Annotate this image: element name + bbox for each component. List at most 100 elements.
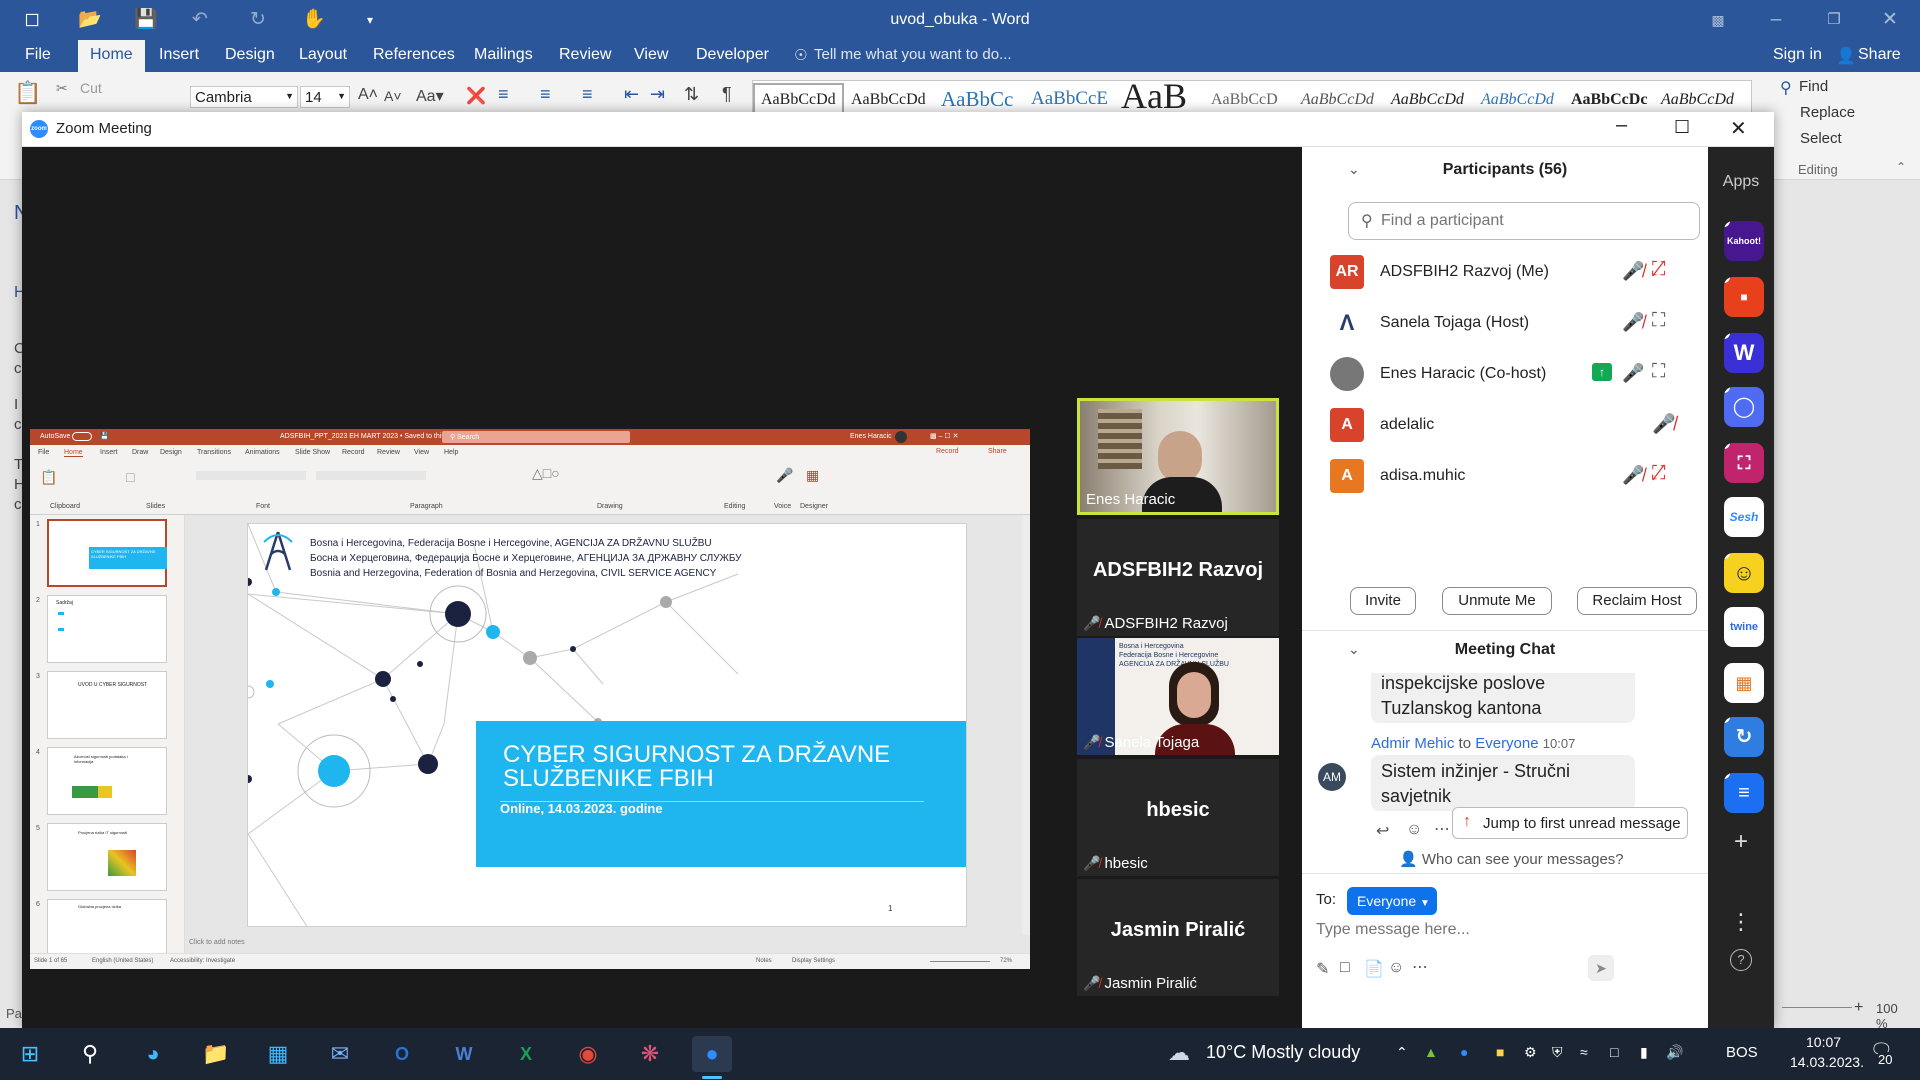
chat-message[interactable]: Sistem inžinjer - Stručni savjetnik: [1371, 755, 1635, 811]
ppt-tab-slide-show[interactable]: Slide Show: [295, 449, 330, 456]
ppt-search-box[interactable]: ⚲ Search: [442, 431, 630, 443]
find-button[interactable]: Find: [1799, 78, 1828, 95]
paste-icon[interactable]: 📋: [14, 80, 41, 106]
notes-placeholder[interactable]: Click to add notes: [189, 939, 245, 946]
muted-microphone-icon[interactable]: 🎤̸: [1622, 261, 1644, 282]
ppt-share-button[interactable]: Share: [988, 448, 1007, 455]
tell-me-search[interactable]: Tell me what you want to do...: [814, 46, 1012, 63]
video-off-icon[interactable]: ⛶̸: [1652, 259, 1665, 281]
participant-row[interactable]: Enes Haracic (Co-host) ↑ 🎤 ⛶: [1326, 349, 1696, 399]
reply-icon[interactable]: ↩: [1376, 821, 1389, 841]
more-options-icon[interactable]: ⋯: [1412, 957, 1428, 977]
close-icon[interactable]: ✕: [1878, 8, 1902, 32]
font-name-box[interactable]: Cambria ▼: [190, 86, 298, 108]
file-icon[interactable]: 📄: [1364, 959, 1384, 979]
microphone-icon[interactable]: 🎤: [776, 467, 793, 484]
participant-row[interactable]: A adelalic 🎤̸: [1326, 400, 1696, 450]
more-vertical-icon[interactable]: ⋮: [1708, 909, 1774, 935]
tab-review[interactable]: Review: [559, 46, 611, 64]
grow-font-icon[interactable]: A˄: [358, 86, 378, 104]
battery-icon[interactable]: ▮: [1640, 1044, 1648, 1061]
excel-icon[interactable]: X: [506, 1036, 546, 1072]
ppt-paste-icon[interactable]: 📋: [40, 469, 57, 486]
participant-row[interactable]: Λ Sanela Tojaga (Host) 🎤̸ ⛶: [1326, 298, 1696, 348]
participant-row[interactable]: A adisa.muhic 🎤̸ ⛶̸: [1326, 451, 1696, 501]
outlook-icon[interactable]: O: [382, 1036, 422, 1072]
ppt-tab-draw[interactable]: Draw: [132, 449, 148, 456]
word-icon[interactable]: W: [444, 1036, 484, 1072]
app-sesh-icon[interactable]: + Sesh: [1724, 497, 1764, 537]
ppt-tab-animations[interactable]: Animations: [245, 449, 280, 456]
style-quote[interactable]: AaBbCcDd: [1661, 91, 1734, 109]
settings-icon[interactable]: ⚙: [1524, 1044, 1537, 1061]
style-normal[interactable]: AaBbCcDd: [753, 83, 844, 117]
show-hidden-icons-icon[interactable]: ⌃: [1396, 1044, 1408, 1061]
more-options-icon[interactable]: ⋯: [1434, 819, 1450, 839]
video-tile-hbesic[interactable]: hbesic 🎤̸ hbesic: [1077, 759, 1279, 876]
send-icon[interactable]: ➤: [1588, 955, 1614, 981]
app-wordwall-icon[interactable]: +W: [1724, 333, 1764, 373]
ppt-tab-view[interactable]: View: [414, 449, 429, 456]
app-blue-icon[interactable]: +≡: [1724, 773, 1764, 813]
font-size-box[interactable]: 14 ▼: [300, 86, 350, 108]
video-tile-sanela-tojaga[interactable]: Bosna i Hercegovina Federacija Bosne i He…: [1077, 638, 1279, 755]
style-subtitle[interactable]: AaBbCcD: [1211, 91, 1278, 109]
ppt-tab-transitions[interactable]: Transitions: [197, 449, 231, 456]
search-input[interactable]: [1381, 210, 1681, 232]
tab-file[interactable]: File: [25, 46, 51, 64]
chat-recipient[interactable]: Everyone: [1475, 735, 1538, 752]
video-tile-jasmin-piralic[interactable]: Jasmin Piralić 🎤̸ Jasmin Piralić: [1077, 879, 1279, 996]
tab-view[interactable]: View: [634, 46, 668, 64]
style-strong[interactable]: AaBbCcDc: [1571, 91, 1647, 109]
style-emphasis[interactable]: AaBbCcDd: [1391, 91, 1464, 109]
ppt-save-icon[interactable]: 💾: [100, 432, 109, 440]
autosave-toggle-icon[interactable]: [72, 432, 92, 441]
ppt-new-slide-icon[interactable]: □: [126, 469, 134, 485]
participant-search[interactable]: ⚲: [1348, 202, 1700, 240]
ppt-record-button[interactable]: Record: [936, 448, 959, 455]
participant-row[interactable]: AR ADSFBIH2 Razvoj (Me) 🎤̸ ⛶̸: [1326, 247, 1696, 297]
app-emoji-icon[interactable]: +☺: [1724, 553, 1764, 593]
numbering-icon[interactable]: ≡: [540, 84, 551, 105]
slide-thumbnail[interactable]: UVOD U CYBER SIGURNOST: [47, 671, 167, 739]
replace-button[interactable]: Replace: [1800, 104, 1855, 121]
ppt-paragraph-box[interactable]: [316, 471, 426, 480]
slide-thumbnail[interactable]: Ažurnost sigurnosti podataka i informaci…: [47, 747, 167, 815]
share-button[interactable]: Share: [1858, 46, 1901, 64]
network-icon[interactable]: □: [1610, 1044, 1618, 1060]
clock-time[interactable]: 10:07: [1806, 1034, 1841, 1050]
microsoft-store-icon[interactable]: ▦: [258, 1036, 298, 1072]
video-camera-icon[interactable]: ⛶: [1652, 361, 1665, 383]
video-off-icon[interactable]: ⛶̸: [1652, 463, 1665, 485]
search-icon[interactable]: ⚲: [70, 1036, 110, 1072]
ppt-scrollbar[interactable]: [1022, 515, 1030, 935]
close-icon[interactable]: ✕: [1730, 116, 1747, 141]
style-no-spacing[interactable]: AaBbCcDd: [851, 91, 926, 109]
ppt-tab-record[interactable]: Record: [342, 449, 365, 456]
chat-sender[interactable]: Admir Mehic: [1371, 735, 1454, 752]
muted-microphone-icon[interactable]: 🎤̸: [1622, 312, 1644, 333]
zoom-tray-icon[interactable]: ●: [1460, 1044, 1468, 1060]
slide-thumbnail[interactable]: CYBER SIGURNOST ZA DRŽAVNE SLUŽBENIKE FB…: [47, 519, 167, 587]
word-zoom-level[interactable]: 100 %: [1876, 1001, 1912, 1031]
clear-formatting-icon[interactable]: ❌: [466, 86, 486, 106]
app-sync-icon[interactable]: +↻: [1724, 717, 1764, 757]
add-reaction-icon[interactable]: ☺: [1406, 821, 1422, 839]
chat-recipient-select[interactable]: Everyone ▼: [1347, 887, 1437, 915]
ppt-tab-review[interactable]: Review: [377, 449, 400, 456]
tab-layout[interactable]: Layout: [299, 46, 347, 64]
chrome-icon[interactable]: ◉: [568, 1036, 608, 1072]
app-video-icon[interactable]: +⛶: [1724, 443, 1764, 483]
tab-insert[interactable]: Insert: [159, 46, 199, 64]
clock-date[interactable]: 14.03.2023.: [1790, 1054, 1864, 1070]
ppt-autosave[interactable]: AutoSave: [40, 433, 70, 440]
reclaim-host-button[interactable]: Reclaim Host: [1577, 587, 1697, 615]
collapse-ribbon-icon[interactable]: ⌃: [1896, 160, 1906, 174]
change-case-icon[interactable]: Aa▾: [416, 86, 444, 106]
style-heading-2[interactable]: AaBbCcE: [1031, 88, 1108, 110]
app-icon[interactable]: +■: [1724, 277, 1764, 317]
ppt-tab-insert[interactable]: Insert: [100, 449, 118, 456]
who-can-see-messages[interactable]: 👤 Who can see your messages?: [1399, 850, 1624, 868]
multilevel-list-icon[interactable]: ≡: [582, 84, 593, 105]
decrease-indent-icon[interactable]: ⇤: [624, 84, 639, 105]
